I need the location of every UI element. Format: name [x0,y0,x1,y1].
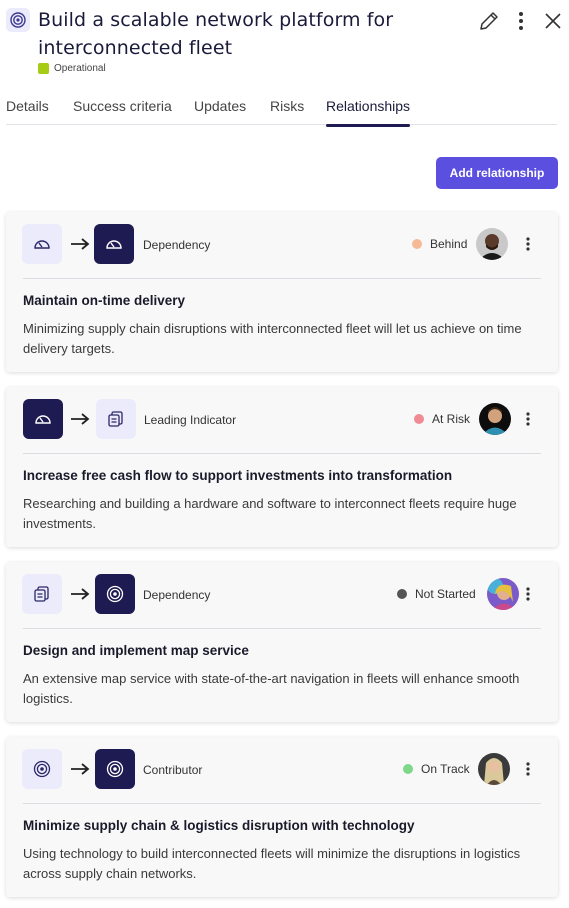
status-dot [397,589,407,599]
target-icon [95,749,135,789]
arrow-right-icon [70,759,90,779]
arrow-right-icon [70,584,90,604]
tab-updates[interactable]: Updates [194,98,246,125]
gauge-icon [22,224,62,264]
status-dot [412,239,422,249]
relationship-description: Researching and building a hardware and … [23,496,517,531]
gauge-icon [23,399,63,439]
relationship-title: Design and implement map service [23,643,249,658]
relationship-card[interactable]: Contributor On Track Minimize supply cha… [6,737,558,897]
target-icon [22,749,62,789]
relationship-type: Leading Indicator [144,413,237,427]
relationship-title: Minimize supply chain & logistics disrup… [23,818,415,833]
relationship-type: Dependency [143,588,211,602]
status-badge: At Risk [414,412,470,426]
relationship-card[interactable]: Leading Indicator At Risk Increase free … [6,387,558,547]
status-label: Behind [430,237,468,251]
status-badge: On Track [403,762,470,776]
target-icon [95,574,135,614]
target-icon [6,8,30,32]
document-icon [22,574,62,614]
relationship-card[interactable]: Dependency Not Started Design and implem… [6,562,558,722]
close-icon[interactable] [540,8,566,34]
avatar[interactable] [487,578,519,610]
more-vertical-icon[interactable] [521,584,535,604]
more-vertical-icon[interactable] [508,8,534,34]
status-dot [414,414,424,424]
more-vertical-icon[interactable] [521,234,535,254]
relationship-title: Maintain on-time delivery [23,293,186,308]
status-badge: Operational [38,63,106,74]
status-badge: Behind [412,237,467,251]
add-relationship-button[interactable]: Add relationship [436,157,558,189]
arrow-right-icon [70,409,90,429]
tab-bar: Details Success criteria Updates Risks R… [6,94,557,127]
tab-success-criteria[interactable]: Success criteria [73,98,172,125]
status-dot [403,764,413,774]
status-label: Not Started [415,587,476,601]
tab-risks[interactable]: Risks [270,98,304,125]
relationship-description: An extensive map service with state-of-t… [23,671,520,706]
document-icon [96,399,136,439]
tab-details[interactable]: Details [6,98,49,125]
relationship-type: Contributor [143,763,203,777]
more-vertical-icon[interactable] [521,409,535,429]
page-title: Build a scalable network platform for in… [38,9,394,59]
divider [23,453,541,454]
relationship-card[interactable]: Dependency Behind Maintain on-time deliv… [6,212,558,372]
divider [23,278,541,279]
status-color-indicator [38,63,49,74]
avatar[interactable] [478,753,510,785]
edit-icon[interactable] [476,8,502,34]
status-label: At Risk [432,412,471,426]
status-label: On Track [421,762,470,776]
relationship-description: Using technology to build interconnected… [23,846,521,881]
divider [23,628,541,629]
status-label: Operational [54,63,106,74]
tab-relationships[interactable]: Relationships [326,98,411,127]
divider [23,803,541,804]
detail-header: Build a scalable network platform for in… [0,0,569,90]
relationship-type: Dependency [143,238,211,252]
relationship-description: Minimizing supply chain disruptions with… [23,321,522,356]
arrow-right-icon [70,234,90,254]
avatar[interactable] [476,228,508,260]
gauge-icon [94,224,134,264]
relationship-title: Increase free cash flow to support inves… [23,468,453,483]
more-vertical-icon[interactable] [521,759,535,779]
avatar[interactable] [479,403,511,435]
status-badge: Not Started [397,587,476,601]
